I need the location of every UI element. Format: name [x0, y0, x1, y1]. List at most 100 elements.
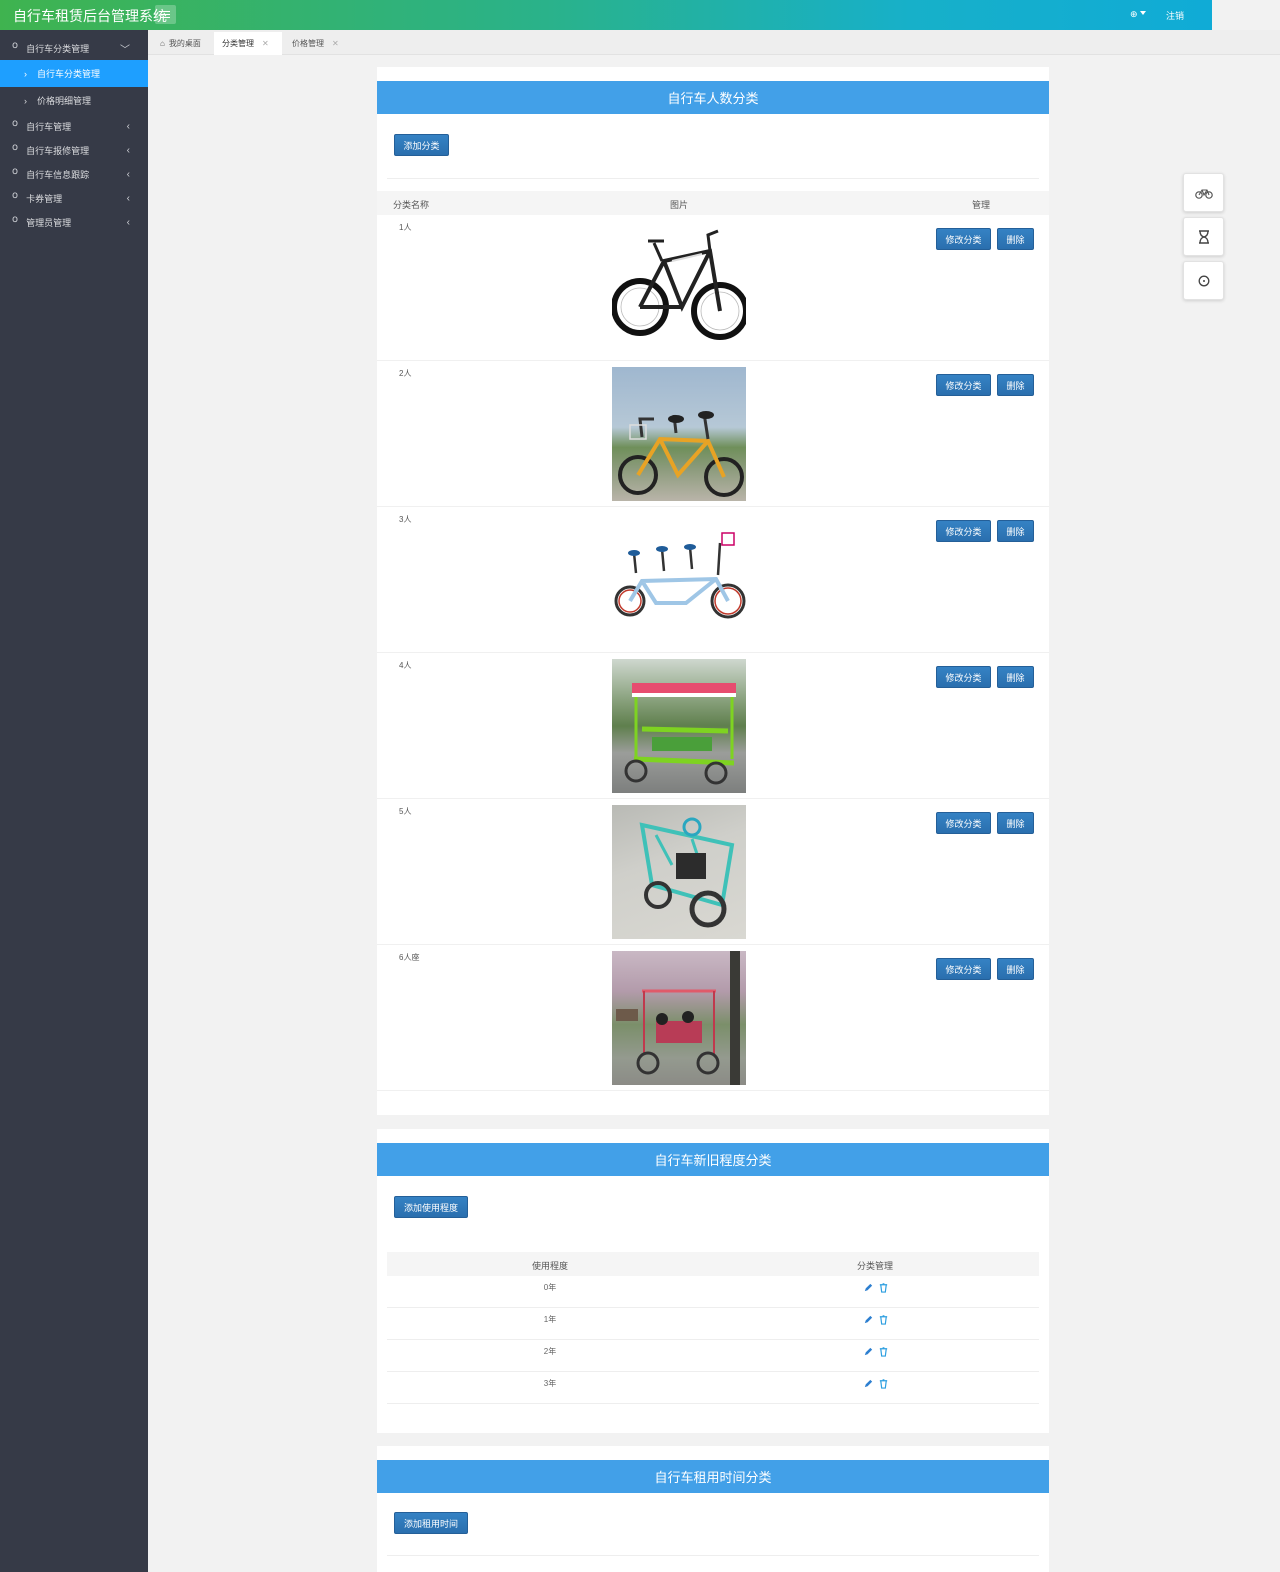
top-header: 自行车租赁后台管理系统 ⊕ 注销 — [0, 0, 1212, 30]
bike-image — [612, 221, 746, 355]
sidebar-subitem-price[interactable]: › 价格明细管理 — [0, 87, 148, 114]
trash-icon[interactable] — [878, 1314, 889, 1325]
delete-category-button[interactable]: 删除 — [997, 228, 1034, 250]
tab-label: 分类管理 — [222, 39, 254, 48]
chevron-left-icon: ‹ — [126, 168, 130, 180]
table-row: 1人 修改分类 删除 — [377, 215, 1049, 361]
edit-category-button[interactable]: 修改分类 — [936, 958, 991, 980]
tab-price[interactable]: 价格管理 ✕ — [284, 32, 347, 55]
sidebar-subitem-category[interactable]: › 自行车分类管理 — [0, 60, 148, 87]
table-header: 使用程度 分类管理 — [387, 1252, 1039, 1276]
pencil-icon[interactable] — [863, 1314, 874, 1325]
column-header-name: 分类名称 — [393, 200, 430, 210]
delete-category-button[interactable]: 删除 — [997, 520, 1034, 542]
grid-icon: ꧐ — [12, 166, 19, 177]
pencil-icon[interactable] — [863, 1378, 874, 1389]
float-clock-button[interactable] — [1183, 261, 1224, 300]
close-icon[interactable]: ✕ — [332, 39, 339, 48]
chevron-right-icon: › — [24, 68, 27, 79]
sidebar: ꧐ 自行车分类管理 ﹀ › 自行车分类管理 › 价格明细管理 ꧐ 自行车管理 ‹… — [0, 30, 148, 1572]
card-title: 自行车新旧程度分类 — [377, 1143, 1049, 1176]
tab-desktop[interactable]: ⌂ 我的桌面 — [152, 32, 209, 55]
menu-toggle-button[interactable] — [155, 5, 176, 24]
table-row: 2人 修改分类 删除 — [377, 361, 1049, 507]
bike-image — [612, 659, 746, 793]
sidebar-item-admins[interactable]: ꧐ 管理员管理 ‹ — [0, 210, 148, 234]
column-header-manage: 管理 — [972, 200, 991, 210]
sidebar-item-label: 自行车报修管理 — [26, 145, 90, 156]
grid-icon: ꧐ — [12, 190, 19, 201]
column-header-manage: 分类管理 — [856, 1261, 894, 1271]
sidebar-item-tracking[interactable]: ꧐ 自行车信息跟踪 ‹ — [0, 162, 148, 186]
pencil-icon[interactable] — [863, 1346, 874, 1357]
table-row: 0年 — [387, 1276, 1039, 1308]
trash-icon[interactable] — [878, 1346, 889, 1357]
sidebar-item-label: 管理员管理 — [26, 217, 72, 228]
chevron-left-icon: ‹ — [126, 192, 130, 204]
float-hourglass-button[interactable] — [1183, 217, 1224, 256]
logout-link[interactable]: 注销 — [1166, 9, 1184, 22]
grid-icon: ꧐ — [12, 118, 19, 129]
edit-category-button[interactable]: 修改分类 — [936, 374, 991, 396]
close-icon[interactable]: ✕ — [262, 39, 269, 48]
card-title: 自行车人数分类 — [377, 81, 1049, 114]
table-row: 5人 修改分类 删除 — [377, 799, 1049, 945]
column-header-usage: 使用程度 — [531, 1261, 569, 1271]
category-name: 2人 — [399, 369, 412, 378]
sidebar-item-label: 自行车信息跟踪 — [26, 169, 90, 180]
table-header: 分类名称 图片 管理 — [377, 191, 1049, 215]
chevron-left-icon: ‹ — [126, 216, 130, 228]
edit-category-button[interactable]: 修改分类 — [936, 228, 991, 250]
edit-category-button[interactable]: 修改分类 — [936, 666, 991, 688]
chevron-left-icon: ‹ — [126, 144, 130, 156]
sidebar-subitem-label: 价格明细管理 — [37, 96, 92, 106]
sidebar-item-coupons[interactable]: ꧐ 卡券管理 ‹ — [0, 186, 148, 210]
usage-value: 0年 — [543, 1283, 557, 1292]
divider — [387, 178, 1039, 179]
tab-category[interactable]: 分类管理 ✕ — [214, 32, 282, 55]
sidebar-item-bike-management[interactable]: ꧐ 自行车管理 ‹ — [0, 114, 148, 138]
trash-icon[interactable] — [878, 1378, 889, 1389]
chevron-left-icon: ‹ — [126, 120, 130, 132]
sidebar-subitem-label: 自行车分类管理 — [37, 69, 101, 79]
user-menu[interactable]: ⊕ — [1130, 9, 1146, 20]
tab-label: 我的桌面 — [168, 39, 201, 48]
table-row: 3年 — [387, 1372, 1039, 1404]
add-rental-time-button[interactable]: 添加租用时间 — [394, 1512, 468, 1534]
bike-image — [612, 367, 746, 501]
delete-category-button[interactable]: 删除 — [997, 374, 1034, 396]
divider — [387, 1555, 1039, 1556]
chevron-right-icon: › — [24, 95, 27, 106]
app-title: 自行车租赁后台管理系统 — [13, 8, 167, 24]
column-header-image: 图片 — [670, 200, 689, 210]
usage-value: 3年 — [543, 1379, 557, 1388]
add-category-button[interactable]: 添加分类 — [394, 134, 449, 156]
card-people-category: 自行车人数分类 添加分类 分类名称 图片 管理 1人 修改分类 删除 2人 修改… — [377, 67, 1049, 1115]
table-row: 6人座 修改分类 删除 — [377, 945, 1049, 1091]
delete-category-button[interactable]: 删除 — [997, 666, 1034, 688]
delete-category-button[interactable]: 删除 — [997, 958, 1034, 980]
sidebar-item-repair[interactable]: ꧐ 自行车报修管理 ‹ — [0, 138, 148, 162]
pencil-icon[interactable] — [863, 1282, 874, 1293]
edit-category-button[interactable]: 修改分类 — [936, 812, 991, 834]
table-row: 1年 — [387, 1308, 1039, 1340]
category-name: 4人 — [399, 661, 412, 670]
edit-category-button[interactable]: 修改分类 — [936, 520, 991, 542]
tab-label: 价格管理 — [292, 39, 324, 48]
card-rental-time-category: 自行车租用时间分类 添加租用时间 — [377, 1446, 1049, 1572]
table-row: 3人 修改分类 删除 — [377, 507, 1049, 653]
delete-category-button[interactable]: 删除 — [997, 812, 1034, 834]
sidebar-item-category-management[interactable]: ꧐ 自行车分类管理 ﹀ — [0, 36, 148, 60]
trash-icon[interactable] — [878, 1282, 889, 1293]
clock-icon — [1198, 275, 1209, 286]
usage-value: 1年 — [543, 1315, 557, 1324]
float-bike-button[interactable] — [1183, 173, 1224, 212]
bike-image — [612, 805, 746, 939]
category-name: 3人 — [399, 515, 412, 524]
grid-icon: ꧐ — [12, 142, 19, 153]
sidebar-item-label: 自行车管理 — [26, 121, 72, 132]
category-name: 1人 — [399, 223, 412, 232]
add-usage-button[interactable]: 添加使用程度 — [394, 1196, 468, 1218]
sidebar-item-label: 卡券管理 — [26, 193, 63, 204]
user-icon: ⊕ — [1130, 9, 1138, 19]
